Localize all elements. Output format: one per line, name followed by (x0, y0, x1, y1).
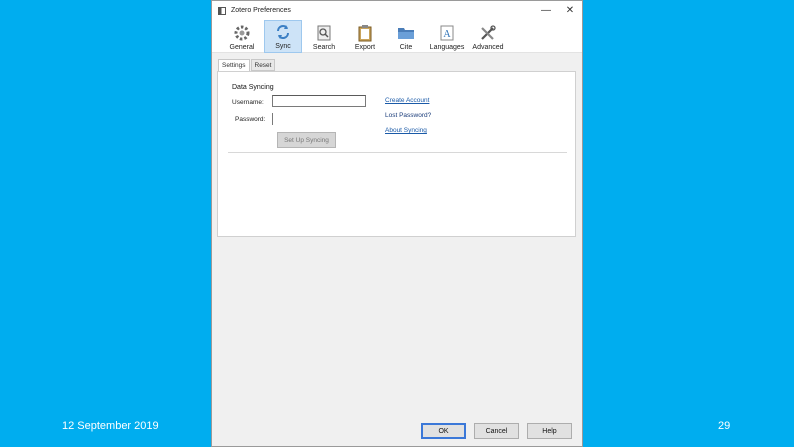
tab-reset[interactable]: Reset (250, 59, 276, 71)
toolbar-search[interactable]: Search (305, 20, 343, 53)
lost-password-link[interactable]: Lost Password? (385, 112, 431, 119)
toolbar-label: Advanced (472, 44, 504, 51)
sync-icon (273, 23, 293, 41)
password-label: Password: (235, 116, 266, 123)
folder-icon (396, 24, 416, 42)
divider (228, 152, 567, 153)
toolbar-cite[interactable]: Cite (387, 20, 425, 53)
toolbar-advanced[interactable]: Advanced (469, 20, 507, 53)
svg-text:A: A (443, 29, 451, 40)
data-syncing-heading: Data Syncing (232, 84, 274, 91)
titlebar: Zotero Preferences — ✕ (212, 1, 582, 20)
setup-syncing-button[interactable]: Set Up Syncing (277, 132, 336, 148)
toolbar-sync[interactable]: Sync (264, 20, 302, 53)
window-title: Zotero Preferences (231, 7, 291, 14)
search-icon (314, 24, 334, 42)
create-account-link[interactable]: Create Account (385, 97, 429, 104)
toolbar-label: General (229, 44, 255, 51)
about-syncing-link[interactable]: About Syncing (385, 127, 427, 134)
slide-date: 12 September 2019 (62, 420, 159, 432)
preferences-window: Zotero Preferences — ✕ General Sync Sear… (211, 0, 583, 447)
gear-icon (232, 24, 252, 42)
ok-button[interactable]: OK (421, 423, 466, 439)
settings-panel: Data Syncing Username: Password: Set Up … (217, 71, 576, 237)
toolbar-label: Sync (275, 43, 291, 50)
toolbar-label: Languages (429, 44, 465, 51)
username-label: Username: (232, 99, 264, 106)
toolbar-label: Export (354, 44, 376, 51)
help-button[interactable]: Help (527, 423, 572, 439)
username-field[interactable] (272, 95, 366, 107)
toolbar-general[interactable]: General (223, 20, 261, 53)
password-field[interactable] (272, 113, 366, 125)
language-icon: A (437, 24, 457, 42)
toolbar: General Sync Search Export Cite A Langua… (212, 20, 582, 53)
toolbar-export[interactable]: Export (346, 20, 384, 53)
toolbar-languages[interactable]: A Languages (428, 20, 466, 53)
tools-icon (478, 24, 498, 42)
cancel-button[interactable]: Cancel (474, 423, 519, 439)
window-icon (218, 6, 226, 15)
toolbar-label: Search (312, 44, 336, 51)
toolbar-label: Cite (399, 44, 413, 51)
close-button[interactable]: ✕ (558, 1, 582, 20)
minimize-button[interactable]: — (534, 1, 558, 20)
clipboard-icon (355, 24, 375, 42)
slide-number: 29 (718, 420, 731, 432)
